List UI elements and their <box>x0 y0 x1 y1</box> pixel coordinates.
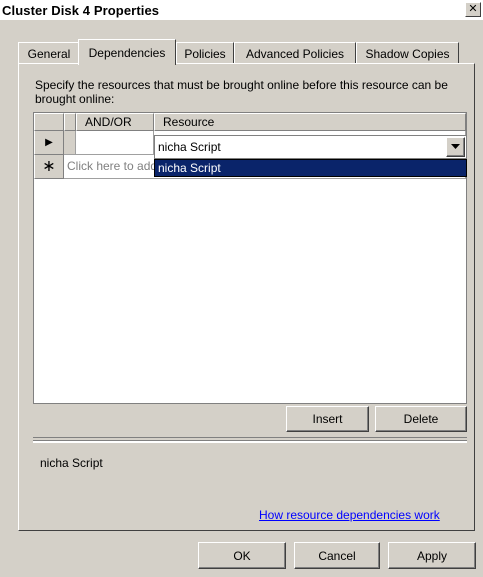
dropdown-option-highlighted[interactable]: nicha Script <box>154 159 467 177</box>
help-link[interactable]: How resource dependencies work <box>259 508 440 522</box>
tab-shadow-copies[interactable]: Shadow Copies <box>356 42 459 64</box>
separator <box>33 437 467 443</box>
tab-label: General <box>27 46 71 61</box>
tab-label: Policies <box>184 46 226 61</box>
title-bar: Cluster Disk 4 Properties ✕ <box>0 0 483 20</box>
column-header-and-or[interactable]: AND/OR <box>76 113 154 131</box>
tab-label: Shadow Copies <box>365 46 450 61</box>
grid-empty-area <box>34 179 466 403</box>
tab-label: Advanced Policies <box>245 46 345 61</box>
apply-button[interactable]: Apply <box>388 542 476 569</box>
row-header-corner <box>34 113 64 131</box>
description-text: Specify the resources that must be broug… <box>35 78 448 106</box>
delete-button[interactable]: Delete <box>375 406 467 432</box>
combobox-value: nicha Script <box>158 140 221 154</box>
tab-advanced-policies[interactable]: Advanced Policies <box>234 42 356 64</box>
close-button[interactable]: ✕ <box>465 2 481 17</box>
ok-button[interactable]: OK <box>198 542 286 569</box>
tab-label: Dependencies <box>88 45 166 60</box>
grid-header: AND/OR Resource <box>34 113 466 131</box>
and-or-cell[interactable] <box>76 131 154 155</box>
tab-policies[interactable]: Policies <box>176 42 234 64</box>
dropdown-button[interactable] <box>446 137 465 157</box>
current-row-icon: ▶ <box>34 131 64 155</box>
new-row-icon: ∗ <box>34 155 64 179</box>
row-spacer <box>64 131 76 155</box>
column-spacer <box>64 113 76 131</box>
close-icon: ✕ <box>468 3 478 15</box>
resource-combobox[interactable]: nicha Script <box>154 135 467 159</box>
cancel-button[interactable]: Cancel <box>294 542 380 569</box>
window-title: Cluster Disk 4 Properties <box>2 2 160 18</box>
insert-button[interactable]: Insert <box>286 406 369 432</box>
column-header-resource[interactable]: Resource <box>154 113 466 131</box>
selected-resource-label: nicha Script <box>40 456 103 470</box>
chevron-down-icon <box>451 144 460 149</box>
tab-dependencies[interactable]: Dependencies <box>78 39 176 65</box>
tab-general[interactable]: General <box>18 42 80 64</box>
